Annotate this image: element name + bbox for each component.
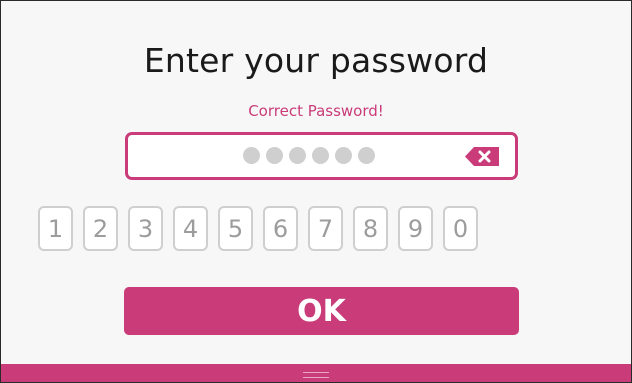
password-mask <box>243 147 375 164</box>
dialog-title: Enter your password <box>143 41 489 80</box>
password-dialog: Enter your password Correct Password! 1 … <box>0 0 632 383</box>
password-dot <box>335 147 352 164</box>
password-dot <box>243 147 260 164</box>
password-field[interactable] <box>125 132 518 180</box>
key-7[interactable]: 7 <box>308 206 343 251</box>
password-dot <box>312 147 329 164</box>
key-1[interactable]: 1 <box>38 206 73 251</box>
key-9[interactable]: 9 <box>398 206 433 251</box>
key-0[interactable]: 0 <box>443 206 478 251</box>
key-3[interactable]: 3 <box>128 206 163 251</box>
numeric-keypad: 1 2 3 4 5 6 7 8 9 0 <box>38 206 478 251</box>
password-dot <box>358 147 375 164</box>
status-message: Correct Password! <box>248 102 384 120</box>
key-2[interactable]: 2 <box>83 206 118 251</box>
password-dot <box>289 147 306 164</box>
backspace-x-icon[interactable] <box>465 147 499 166</box>
key-5[interactable]: 5 <box>218 206 253 251</box>
bottom-bar <box>1 364 631 382</box>
password-dot <box>266 147 283 164</box>
drag-handle-icon[interactable] <box>303 372 329 378</box>
key-4[interactable]: 4 <box>173 206 208 251</box>
ok-button[interactable]: OK <box>124 287 519 335</box>
key-8[interactable]: 8 <box>353 206 388 251</box>
key-6[interactable]: 6 <box>263 206 298 251</box>
